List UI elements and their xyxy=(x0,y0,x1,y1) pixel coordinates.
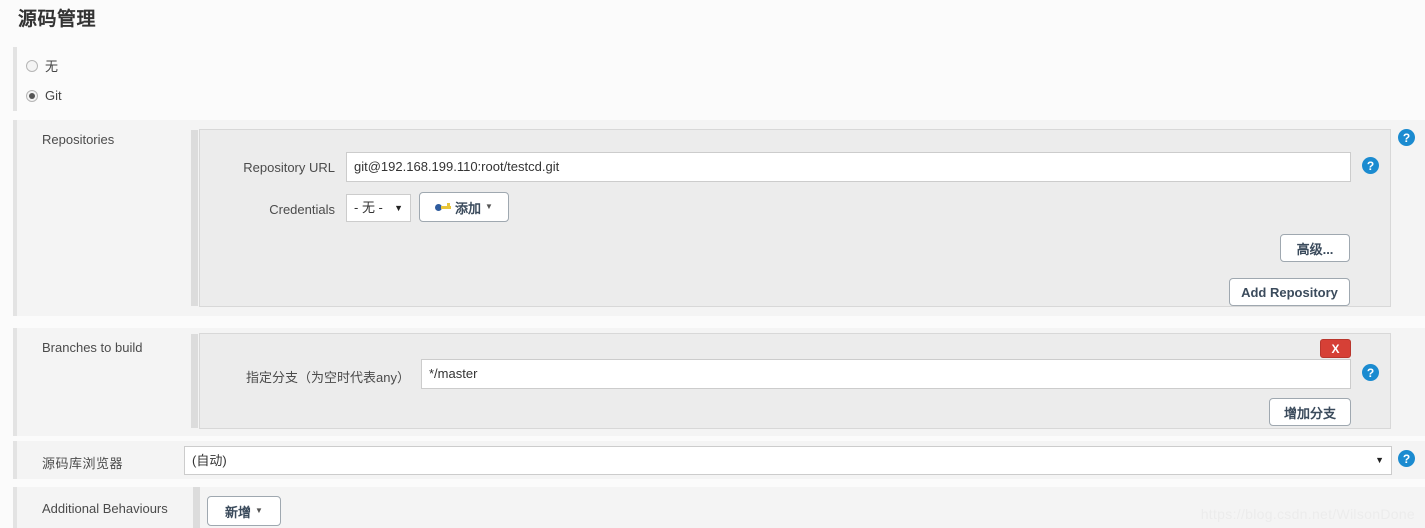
credentials-select-value: - 无 - xyxy=(354,200,383,215)
chevron-down-icon: ▼ xyxy=(485,202,493,211)
add-repository-button[interactable]: Add Repository xyxy=(1229,278,1350,306)
scm-option-git[interactable]: Git xyxy=(26,88,62,103)
add-credentials-label: 添加 xyxy=(455,200,482,216)
repositories-help-icon[interactable]: ? xyxy=(1398,129,1415,146)
branch-specifier-help-icon[interactable]: ? xyxy=(1362,364,1379,381)
page-title: 源码管理 xyxy=(18,9,97,30)
add-credentials-button[interactable]: 添加 ▼ xyxy=(419,192,509,222)
add-branch-button[interactable]: 增加分支 xyxy=(1269,398,1351,426)
add-behaviour-button[interactable]: 新增 ▼ xyxy=(207,496,281,526)
repositories-section-label: Repositories xyxy=(42,132,115,147)
panel-accent-bar xyxy=(193,487,200,528)
repositories-row: Repositories Repository URL git@192.168.… xyxy=(13,120,1425,316)
radio-git-icon[interactable] xyxy=(26,89,38,102)
chevron-down-icon: ▼ xyxy=(394,202,403,213)
branches-panel: 指定分支（为空时代表any） */master X ? 增加分支 xyxy=(191,333,1391,429)
key-icon xyxy=(435,202,452,212)
scm-option-git-label: Git xyxy=(45,88,62,103)
branches-section-label: Branches to build xyxy=(42,340,143,355)
branches-to-build-row: Branches to build 指定分支（为空时代表any） */maste… xyxy=(13,328,1425,436)
scm-option-none-label: 无 xyxy=(45,59,59,74)
branch-specifier-input[interactable]: */master xyxy=(421,359,1351,389)
add-behaviour-button-label: 新增 xyxy=(225,504,252,520)
radio-none-icon[interactable] xyxy=(26,59,38,72)
add-branch-button-label: 增加分支 xyxy=(1283,405,1336,421)
repository-browser-select[interactable]: (自动) ▼ xyxy=(184,446,1392,475)
scm-type-radio-group: 无 Git xyxy=(13,47,1425,111)
additional-behaviours-row: Additional Behaviours 新增 ▼ xyxy=(13,487,1425,528)
additional-behaviours-label: Additional Behaviours xyxy=(42,501,168,516)
delete-branch-button[interactable]: X xyxy=(1320,339,1351,358)
repository-url-input[interactable]: git@192.168.199.110:root/testcd.git xyxy=(346,152,1351,182)
scm-option-none[interactable]: 无 xyxy=(26,56,58,75)
credentials-label: Credentials xyxy=(269,202,335,217)
repository-browser-select-value: (自动) xyxy=(192,452,227,468)
advanced-button-label: 高级... xyxy=(1296,241,1334,257)
chevron-down-icon: ▼ xyxy=(255,506,263,515)
repository-browser-row: 源码库浏览器 (自动) ▼ ? xyxy=(13,441,1425,479)
add-repository-button-label: Add Repository xyxy=(1241,284,1338,300)
repository-browser-help-icon[interactable]: ? xyxy=(1398,450,1415,467)
chevron-down-icon: ▼ xyxy=(1375,455,1384,465)
repositories-panel: Repository URL git@192.168.199.110:root/… xyxy=(191,129,1391,307)
repository-url-label: Repository URL xyxy=(243,160,335,175)
repository-url-help-icon[interactable]: ? xyxy=(1362,157,1379,174)
repository-browser-label: 源码库浏览器 xyxy=(42,456,124,471)
panel-accent-bar xyxy=(191,334,198,428)
branch-specifier-label: 指定分支（为空时代表any） xyxy=(246,370,410,385)
panel-accent-bar xyxy=(191,130,198,306)
advanced-button[interactable]: 高级... xyxy=(1280,234,1350,262)
credentials-select[interactable]: - 无 - ▼ xyxy=(346,194,411,222)
